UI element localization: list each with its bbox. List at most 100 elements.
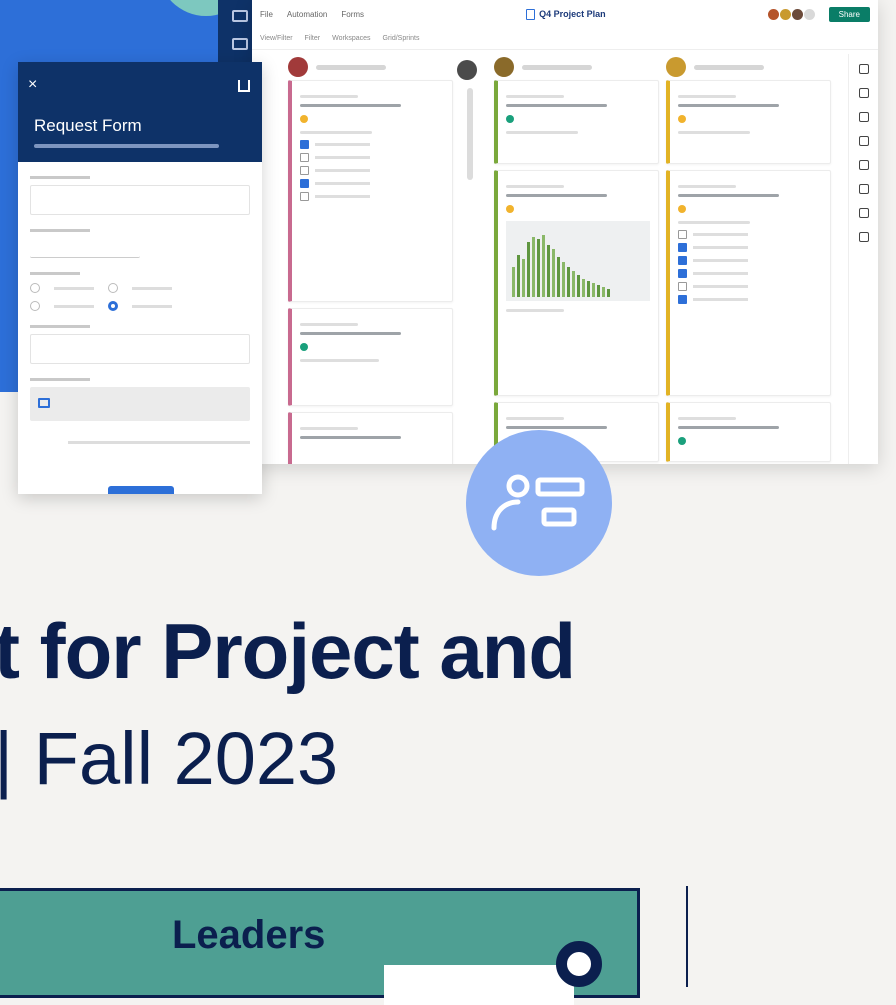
- toolbar-item[interactable]: View/Filter: [260, 35, 293, 42]
- chart-bar: [552, 249, 555, 297]
- status-dot: [506, 205, 514, 213]
- task-card[interactable]: [494, 170, 659, 396]
- radio-group: [30, 283, 250, 293]
- nav-pin-icon[interactable]: [232, 10, 248, 22]
- task-card[interactable]: [666, 80, 831, 164]
- toolbar-item[interactable]: Filter: [305, 35, 321, 42]
- board-column: [666, 54, 831, 464]
- column-header: [288, 54, 453, 80]
- task-card[interactable]: [288, 80, 453, 302]
- ring-icon: [556, 941, 602, 987]
- task-card[interactable]: [494, 80, 659, 164]
- comment-icon[interactable]: [858, 64, 869, 74]
- attachment-field[interactable]: [30, 387, 250, 421]
- radio[interactable]: [30, 283, 40, 293]
- column-title-placeholder: [694, 64, 764, 70]
- chart-bar: [532, 237, 535, 297]
- column-scrollbar[interactable]: [467, 88, 473, 180]
- lock-icon[interactable]: [858, 112, 869, 122]
- text-field[interactable]: [30, 185, 250, 215]
- workflow-badge: [466, 430, 612, 576]
- status-dot: [506, 115, 514, 123]
- field-label: [30, 229, 90, 232]
- radio-group: [30, 301, 250, 311]
- field-label: [30, 272, 80, 275]
- column-header: [494, 54, 659, 80]
- copy-icon[interactable]: [858, 208, 869, 218]
- close-icon[interactable]: ×: [28, 76, 37, 94]
- radio[interactable]: [108, 283, 118, 293]
- attachment-icon[interactable]: [858, 88, 869, 98]
- radio-selected[interactable]: [108, 301, 118, 311]
- task-card[interactable]: [288, 412, 453, 464]
- text-field[interactable]: [30, 334, 250, 364]
- status-dot: [300, 115, 308, 123]
- chart-bar: [572, 271, 575, 297]
- leaders-white-panel: [384, 965, 574, 1005]
- history-icon[interactable]: [858, 136, 869, 146]
- dropdown-field[interactable]: [30, 238, 140, 258]
- menu-file[interactable]: File: [260, 10, 273, 19]
- calendar-icon: [38, 398, 50, 408]
- chart-bar: [607, 289, 610, 297]
- activity-icon[interactable]: [858, 232, 869, 242]
- form-header: × Request Form: [18, 62, 262, 162]
- checkbox[interactable]: [678, 282, 687, 291]
- checkbox[interactable]: [678, 243, 687, 252]
- headline-line-2: | Fall 2023: [0, 717, 339, 800]
- chart-bar: [547, 245, 550, 297]
- avatar: [288, 57, 308, 77]
- checkbox[interactable]: [678, 295, 687, 304]
- checkbox[interactable]: [300, 153, 309, 162]
- submit-button[interactable]: [108, 486, 174, 494]
- checkbox[interactable]: [678, 269, 687, 278]
- upload-icon[interactable]: [858, 160, 869, 170]
- column-title-placeholder: [316, 64, 386, 70]
- avatar: [457, 60, 477, 80]
- share-icon[interactable]: [238, 80, 250, 92]
- chart-bar: [537, 239, 540, 297]
- menu-forms[interactable]: Forms: [341, 10, 364, 19]
- board-window: File Automation Forms Q4 Project Plan Sh…: [252, 0, 878, 464]
- collaborator-avatars[interactable]: [767, 8, 815, 20]
- toolbar-item[interactable]: Workspaces: [332, 35, 370, 42]
- menu-automation[interactable]: Automation: [287, 10, 327, 19]
- board-title-text: Q4 Project Plan: [539, 9, 606, 19]
- task-card[interactable]: [288, 308, 453, 406]
- chart-bar: [557, 257, 560, 297]
- task-card[interactable]: [666, 170, 831, 396]
- chart-bar: [592, 283, 595, 297]
- checkbox[interactable]: [678, 256, 687, 265]
- avatar: [666, 57, 686, 77]
- status-dot: [678, 205, 686, 213]
- settings-icon[interactable]: [858, 184, 869, 194]
- chart-bar: [567, 267, 570, 297]
- chart-bar: [512, 267, 515, 297]
- status-dot: [678, 437, 686, 445]
- avatar: [779, 8, 791, 20]
- radio[interactable]: [30, 301, 40, 311]
- board-toolbar: View/Filter Filter Workspaces Grid/Sprin…: [252, 28, 878, 50]
- nav-folder-icon[interactable]: [232, 38, 248, 50]
- form-progress-bar: [34, 144, 219, 148]
- board-title: Q4 Project Plan: [526, 8, 606, 20]
- checkbox[interactable]: [300, 166, 309, 175]
- chart-bar: [602, 287, 605, 297]
- status-dot: [300, 343, 308, 351]
- chart-bar: [527, 242, 530, 297]
- board-topbar: File Automation Forms Q4 Project Plan Sh…: [252, 0, 878, 28]
- request-form-panel: × Request Form: [18, 62, 262, 494]
- task-card[interactable]: [666, 402, 831, 462]
- checkbox[interactable]: [678, 230, 687, 239]
- field-label: [30, 378, 90, 381]
- checkbox[interactable]: [300, 140, 309, 149]
- avatar: [494, 57, 514, 77]
- person-form-icon: [491, 474, 585, 531]
- share-button[interactable]: Share: [828, 6, 870, 22]
- toolbar-item[interactable]: Grid/Sprints: [383, 35, 420, 42]
- checkbox[interactable]: [300, 179, 309, 188]
- leaders-label: Leaders: [172, 913, 326, 957]
- chart-bar: [582, 279, 585, 297]
- checkbox[interactable]: [300, 192, 309, 201]
- chart-bar: [522, 259, 525, 297]
